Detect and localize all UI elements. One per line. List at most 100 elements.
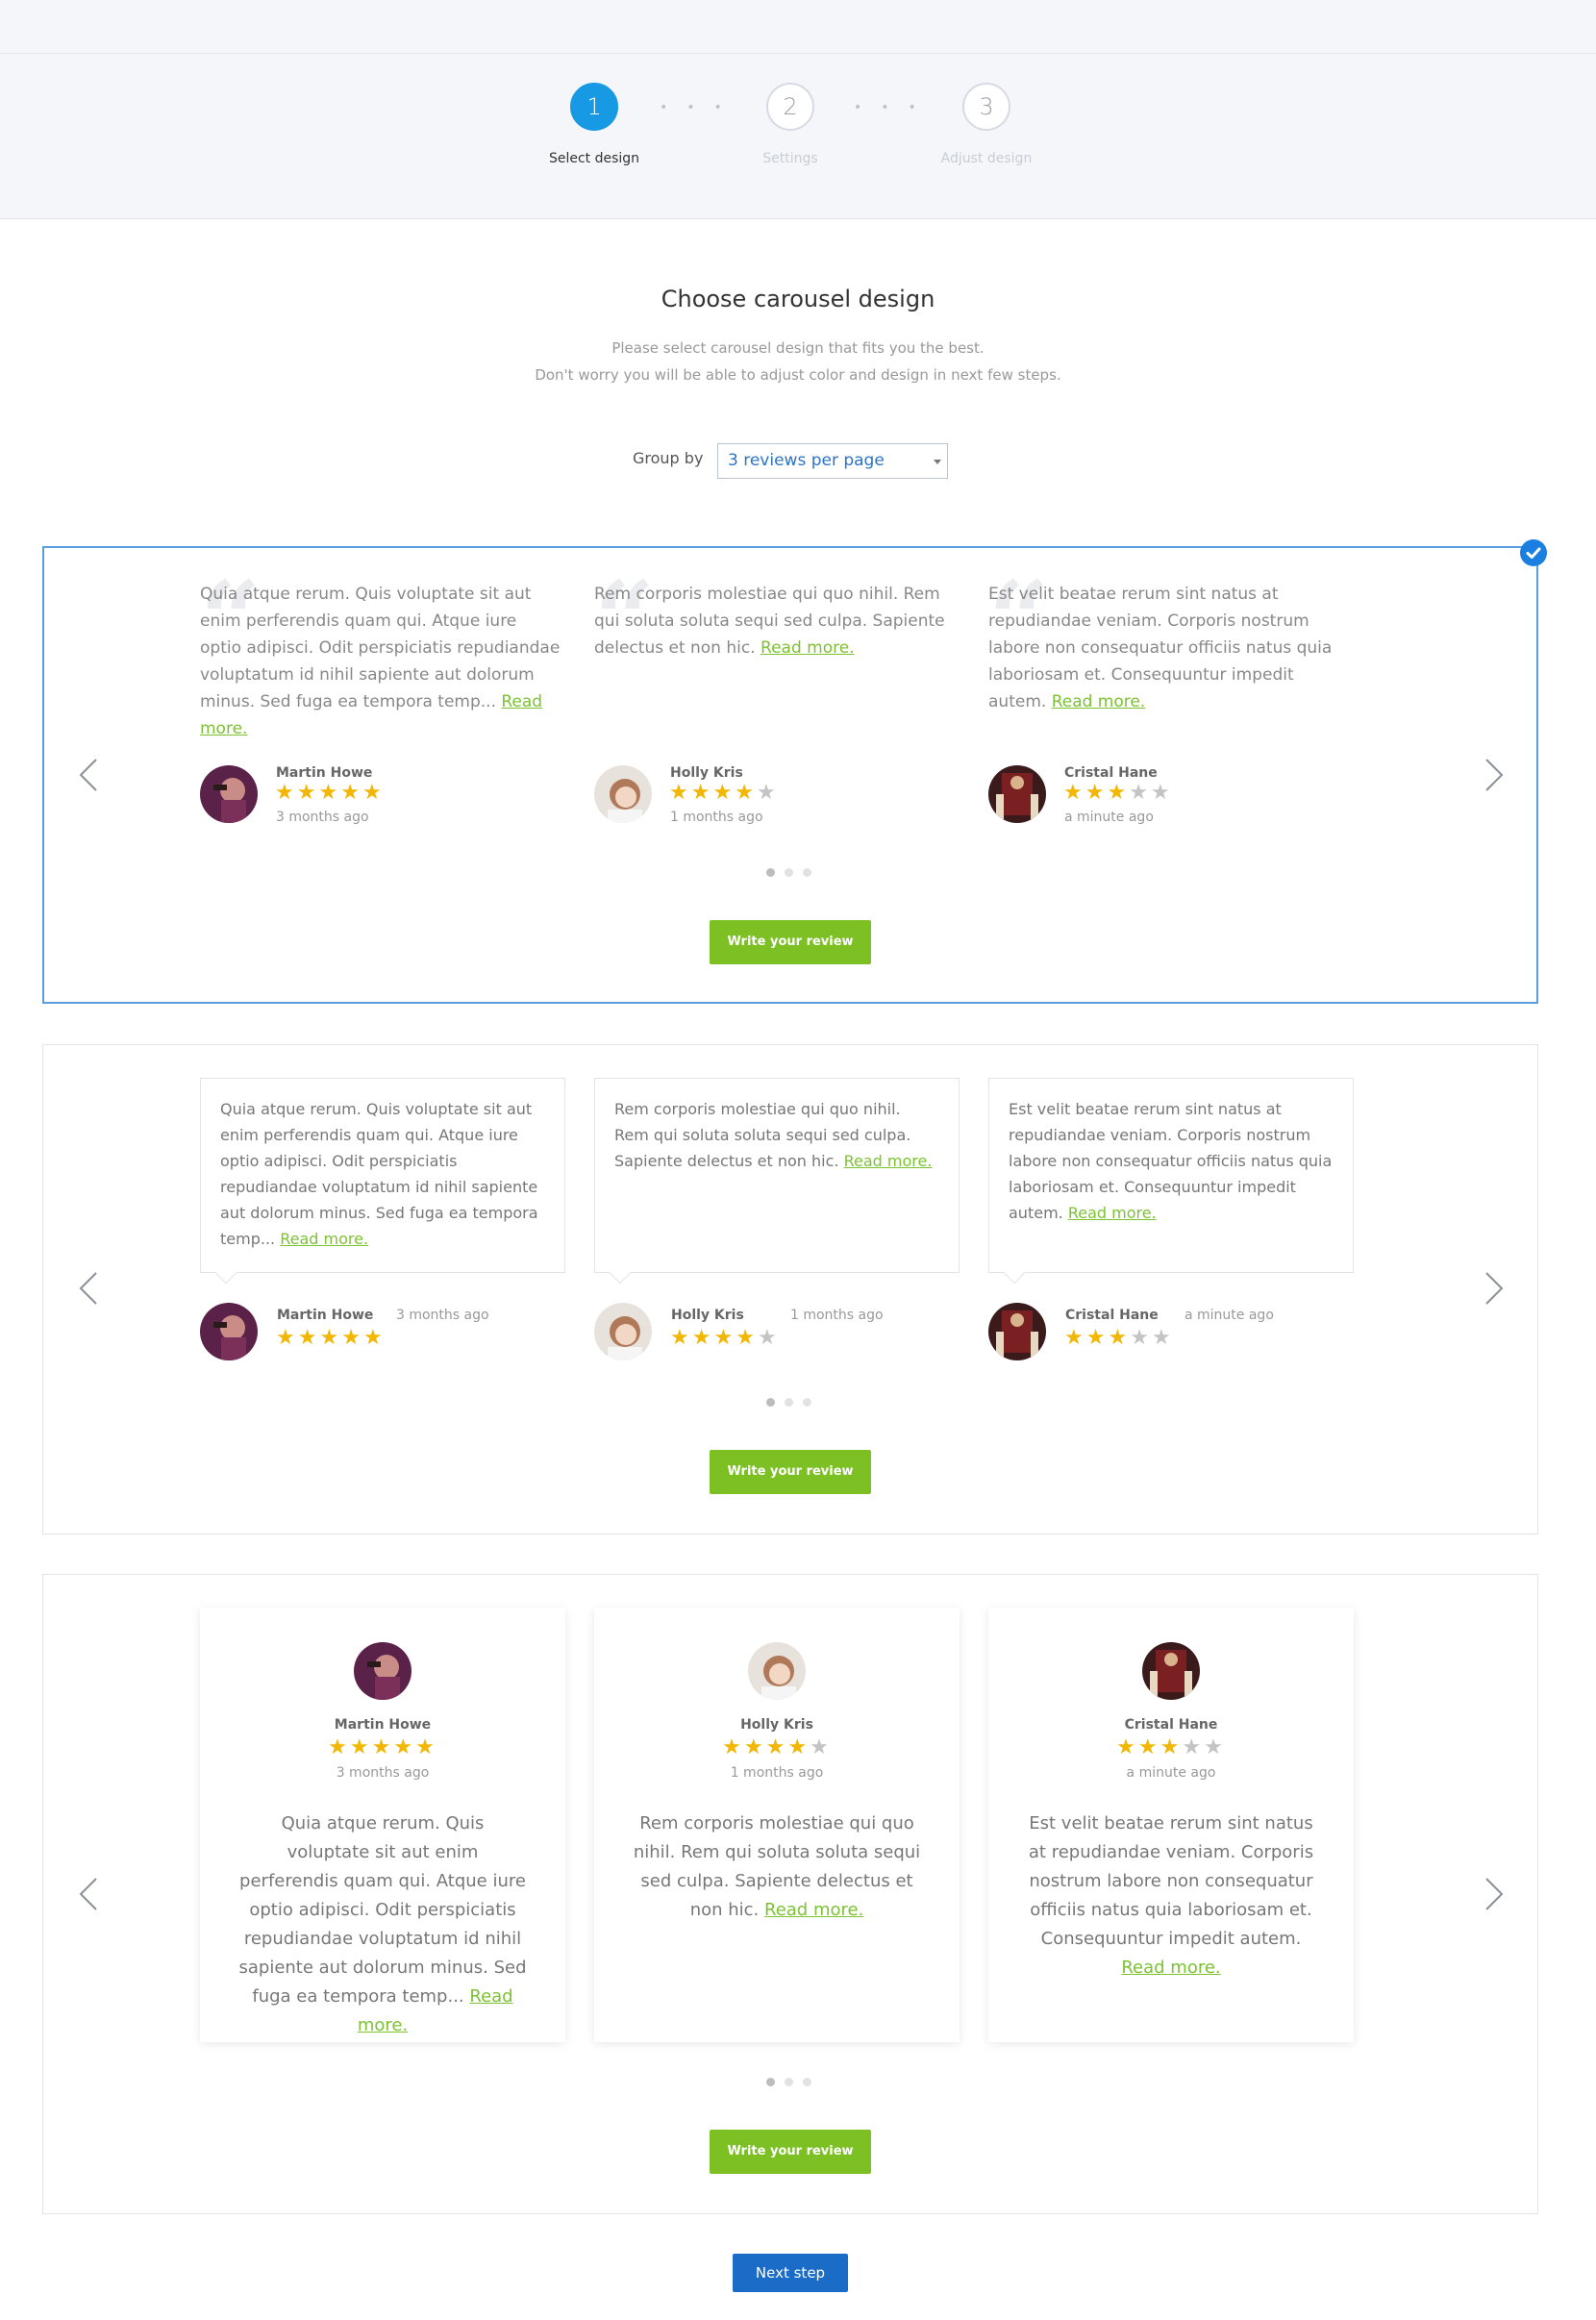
chevron-down-icon (934, 460, 941, 464)
reviewer-name: Holly Kris (671, 1308, 744, 1323)
step-adjust-design[interactable]: 3 Adjust design (910, 83, 1063, 166)
step-select-design[interactable]: 1 Select design (517, 83, 671, 166)
avatar (1142, 1642, 1200, 1700)
reviewer-name: Holly Kris (670, 765, 743, 781)
page-subtitle-line-2: Don't worry you will be able to adjust c… (535, 366, 1061, 384)
carousel-pagination (766, 2078, 811, 2086)
page-dot[interactable] (766, 2078, 775, 2086)
write-review-button[interactable]: Write your review (710, 920, 871, 964)
step-settings[interactable]: 2 Settings (713, 83, 867, 166)
star-empty-icon: ★ (1129, 781, 1151, 805)
page-dot[interactable] (803, 1398, 811, 1407)
chevron-right-icon[interactable] (1481, 1269, 1508, 1308)
chevron-left-icon[interactable] (75, 1875, 102, 1913)
read-more-link[interactable]: Read more. (764, 1900, 863, 1920)
review-card: Martin Howe ★★★★★ 3 months ago Quia atqu… (200, 1608, 565, 2042)
star-filled-icon: ★ (712, 781, 736, 805)
reviewer-name: Cristal Hane (1065, 1308, 1159, 1323)
rating-stars: ★★★★★ (669, 783, 779, 804)
star-filled-icon: ★ (1085, 781, 1108, 805)
page-dot[interactable] (803, 2078, 811, 2086)
stepper: 1 Select design ••• 2 Settings ••• 3 Adj… (0, 54, 1596, 219)
read-more-link[interactable]: Read more. (280, 1230, 368, 1248)
page-dot[interactable] (766, 1398, 775, 1407)
reviewer-name: Holly Kris (740, 1717, 813, 1733)
star-filled-icon: ★ (1085, 1326, 1109, 1350)
star-filled-icon: ★ (736, 1326, 758, 1350)
reviewer-name: Martin Howe (334, 1717, 432, 1733)
step-label: Adjust design (940, 151, 1033, 166)
star-filled-icon: ★ (415, 1735, 437, 1759)
rating-stars: ★★★★★ (1063, 783, 1173, 804)
step-number: 2 (766, 83, 814, 131)
rating-stars: ★★★★★ (200, 1736, 565, 1759)
chevron-right-icon[interactable] (1481, 756, 1508, 794)
star-filled-icon: ★ (275, 781, 297, 805)
group-by-value: 3 reviews per page (728, 451, 885, 470)
read-more-link[interactable]: Read more. (1052, 692, 1146, 711)
rating-stars: ★★★★★ (1064, 1328, 1174, 1349)
star-filled-icon: ★ (1137, 1735, 1160, 1759)
star-filled-icon: ★ (349, 1735, 372, 1759)
review-time: 3 months ago (276, 810, 369, 825)
star-filled-icon: ★ (296, 781, 319, 805)
star-filled-icon: ★ (371, 1735, 394, 1759)
step-number: 1 (570, 83, 618, 131)
review-time: 1 months ago (790, 1308, 884, 1323)
step-number: 3 (962, 83, 1010, 131)
page-dot[interactable] (785, 2078, 793, 2086)
review-text-block: “ Est velit beatae rerum sint natus at r… (988, 567, 1349, 712)
carousel-pagination (766, 868, 811, 877)
review-time: 1 months ago (730, 1765, 824, 1781)
chevron-left-icon[interactable] (75, 1269, 102, 1308)
write-review-button[interactable]: Write your review (710, 2130, 871, 2174)
star-empty-icon: ★ (756, 781, 779, 805)
read-more-link[interactable]: Read more. (844, 1152, 933, 1170)
star-filled-icon: ★ (787, 1735, 810, 1759)
star-filled-icon: ★ (1063, 781, 1085, 805)
read-more-link[interactable]: Read more. (761, 638, 855, 658)
read-more-link[interactable]: Read more. (1121, 1958, 1220, 1978)
review-text: Est velit beatae rerum sint natus at rep… (1009, 1100, 1333, 1222)
page-dot[interactable] (785, 1398, 793, 1407)
next-step-button[interactable]: Next step (733, 2254, 848, 2292)
review-text: Est velit beatae rerum sint natus at rep… (1028, 1813, 1314, 1949)
star-filled-icon: ★ (318, 781, 341, 805)
rating-stars: ★★★★★ (988, 1736, 1354, 1759)
reviewer-name: Martin Howe (276, 765, 373, 781)
page-dot[interactable] (766, 868, 775, 877)
group-by-select[interactable]: 3 reviews per page (717, 443, 948, 479)
star-filled-icon: ★ (1064, 1326, 1086, 1350)
review-text: Quia atque rerum. Quis voluptate sit aut… (220, 1100, 538, 1248)
star-filled-icon: ★ (743, 1735, 766, 1759)
star-filled-icon: ★ (340, 781, 362, 805)
star-filled-icon: ★ (362, 1326, 386, 1350)
star-filled-icon: ★ (765, 1735, 788, 1759)
review-text-block: “ Rem corporis molestiae qui quo nihil. … (594, 567, 955, 673)
star-filled-icon: ★ (691, 1326, 714, 1350)
reviewer-name: Cristal Hane (1064, 765, 1158, 781)
page-dot[interactable] (803, 868, 811, 877)
avatar (748, 1642, 806, 1700)
page-dot[interactable] (785, 868, 793, 877)
star-filled-icon: ★ (713, 1326, 736, 1350)
group-by-label: Group by (633, 449, 704, 467)
read-more-link[interactable]: Read more. (1068, 1204, 1157, 1222)
avatar (200, 765, 258, 823)
review-time: 1 months ago (670, 810, 763, 825)
star-empty-icon: ★ (1150, 781, 1173, 805)
chevron-right-icon[interactable] (1481, 1875, 1508, 1913)
chevron-left-icon[interactable] (75, 756, 102, 794)
star-filled-icon: ★ (276, 1326, 298, 1350)
page-title: Choose carousel design (661, 286, 935, 312)
star-filled-icon: ★ (341, 1326, 363, 1350)
star-filled-icon: ★ (735, 781, 757, 805)
avatar (594, 765, 652, 823)
write-review-button[interactable]: Write your review (710, 1450, 871, 1494)
review-time: a minute ago (1185, 1308, 1274, 1323)
carousel-pagination (766, 1398, 811, 1407)
review-time: a minute ago (1126, 1765, 1216, 1781)
star-filled-icon: ★ (319, 1326, 342, 1350)
avatar (988, 765, 1046, 823)
review-text: Est velit beatae rerum sint natus at rep… (988, 585, 1333, 711)
